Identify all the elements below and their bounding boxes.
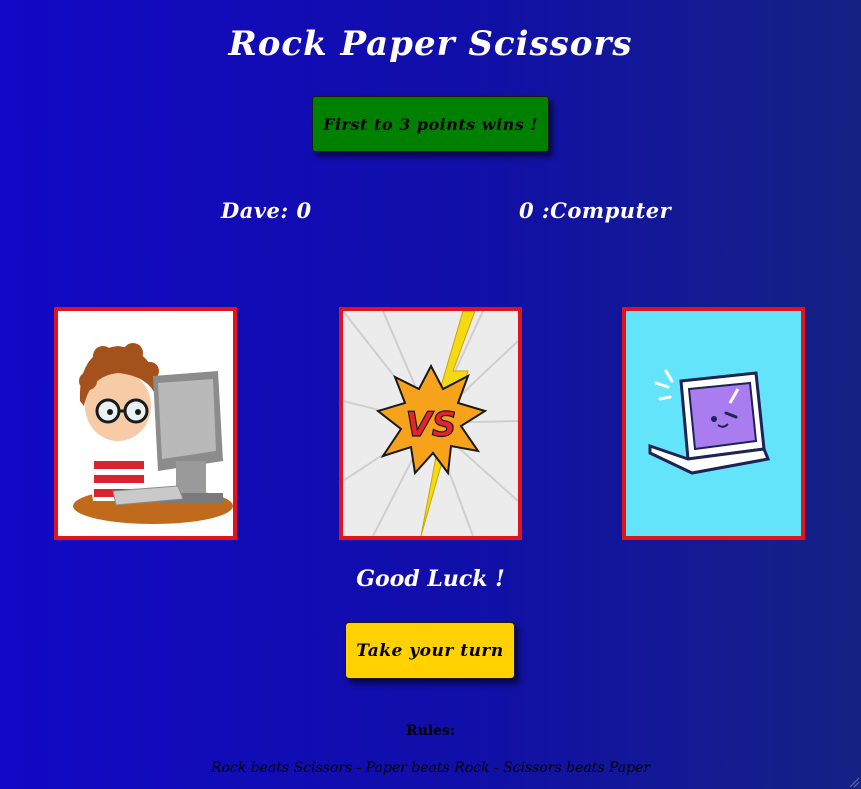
computer-score: 0 :Computer (519, 198, 672, 223)
rules-text: Rock beats Scissors - Paper beats Rock -… (210, 760, 651, 776)
goal-button[interactable]: First to 3 points wins ! (312, 96, 549, 152)
round-message: Good Luck ! (356, 566, 505, 592)
versus-card: VS (339, 307, 522, 540)
computer-card (622, 307, 805, 540)
versus-burst-icon: VS (343, 311, 518, 536)
player-card (54, 307, 237, 540)
vs-text: VS (406, 405, 457, 445)
take-turn-button[interactable]: Take your turn (345, 622, 515, 679)
player-score: Dave: 0 (221, 198, 312, 223)
boy-at-computer-icon (73, 343, 233, 524)
resize-grip-icon[interactable] (848, 776, 860, 788)
winking-laptop-icon (648, 369, 771, 475)
rules-heading: Rules: (405, 723, 456, 739)
game-title: Rock Paper Scissors (228, 24, 633, 64)
